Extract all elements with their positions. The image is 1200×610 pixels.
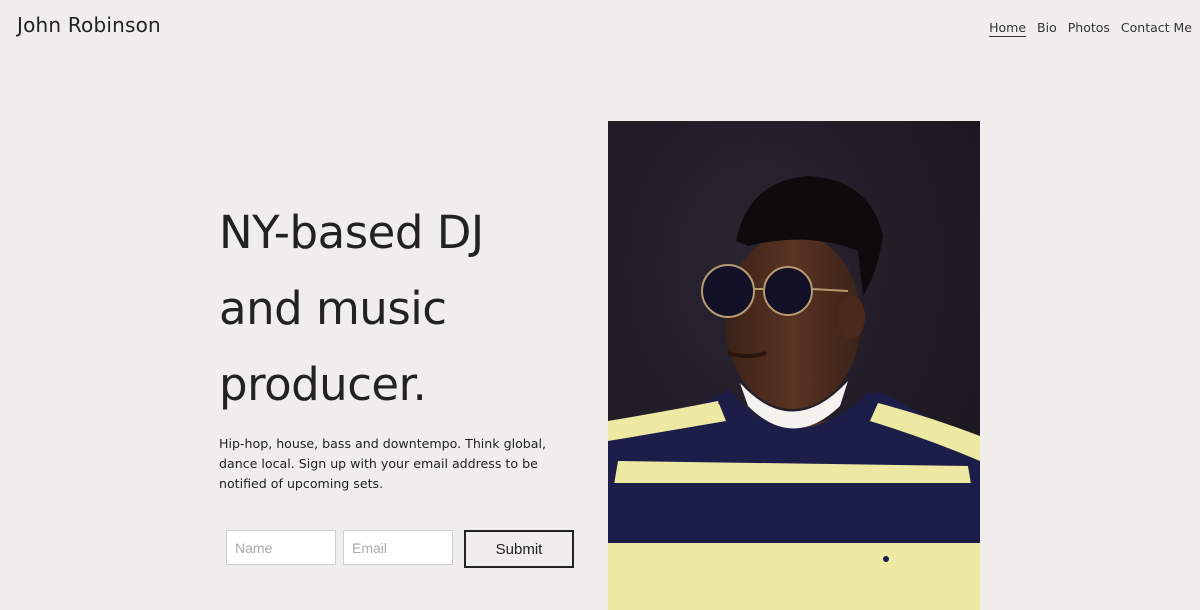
main-nav: Home Bio Photos Contact Me xyxy=(989,20,1192,35)
hero-line-3: producer. xyxy=(219,358,427,411)
nav-link-photos[interactable]: Photos xyxy=(1068,20,1110,35)
portrait-photo xyxy=(608,121,980,610)
nav-link-home[interactable]: Home xyxy=(989,20,1026,35)
submit-button[interactable]: Submit xyxy=(464,530,574,568)
signup-form: Submit xyxy=(226,530,574,568)
nav-link-bio[interactable]: Bio xyxy=(1037,20,1057,35)
hero-description: Hip-hop, house, bass and downtempo. Thin… xyxy=(219,436,546,491)
portrait-illustration xyxy=(608,121,980,610)
name-input[interactable] xyxy=(226,530,336,565)
hero-line-2: and music xyxy=(219,282,447,335)
email-input[interactable] xyxy=(343,530,453,565)
hero-heading: NY-based DJ and music producer. xyxy=(219,195,579,423)
hero-line-1: NY-based DJ xyxy=(219,206,484,259)
nav-link-contact[interactable]: Contact Me xyxy=(1121,20,1192,35)
site-title[interactable]: John Robinson xyxy=(17,13,161,37)
